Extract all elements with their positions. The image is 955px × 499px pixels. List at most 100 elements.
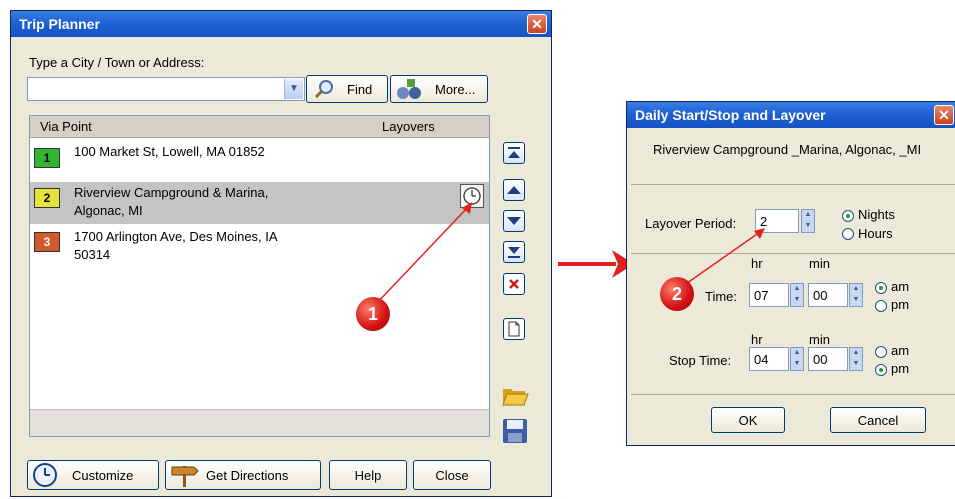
clock-icon: [33, 463, 57, 487]
address-label: Type a City / Town or Address:: [29, 55, 205, 70]
start-minute-stepper[interactable]: ▲ ▼: [849, 283, 863, 307]
nights-label: Nights: [858, 207, 895, 222]
hours-radio[interactable]: [842, 228, 854, 240]
start-minute-value: 00: [813, 288, 828, 303]
find-button[interactable]: Find: [306, 75, 388, 103]
start-hour-value: 07: [754, 288, 769, 303]
move-top-button[interactable]: [503, 142, 525, 164]
stop-minute-input[interactable]: 00: [808, 347, 848, 371]
stop-min-label: min: [809, 332, 830, 347]
more-button[interactable]: More...: [390, 75, 488, 103]
ok-label: OK: [738, 413, 758, 428]
start-hour-input[interactable]: 07: [749, 283, 789, 307]
close-button[interactable]: Close: [413, 460, 491, 490]
close-label: Close: [435, 468, 469, 483]
save-icon: [503, 419, 527, 443]
start-am-label: am: [891, 279, 910, 294]
get-directions-button[interactable]: Get Directions: [165, 460, 321, 490]
more-label: More...: [435, 82, 476, 97]
stop-hr-label: hr: [751, 332, 763, 347]
move-up-button[interactable]: [503, 179, 525, 201]
layover-clock-button[interactable]: [460, 184, 484, 208]
layover-period-stepper[interactable]: ▲ ▼: [801, 209, 815, 233]
chevron-down-icon[interactable]: ▼: [284, 79, 303, 99]
layover-period-label: Layover Period:: [645, 216, 737, 231]
stop-hour-value: 04: [754, 352, 769, 367]
save-button[interactable]: [501, 417, 529, 445]
delete-icon: [509, 279, 519, 289]
layover-dialog-titlebar[interactable]: Daily Start/Stop and Layover ✕: [627, 102, 955, 128]
open-button[interactable]: [501, 381, 529, 409]
customize-button[interactable]: Customize: [27, 460, 159, 490]
close-icon[interactable]: ✕: [934, 105, 954, 125]
arrow-right-icon: [558, 250, 634, 278]
move-top-icon: [508, 147, 520, 158]
layover-period-value: 2: [760, 214, 768, 229]
address-input[interactable]: [30, 80, 284, 100]
callout-badge-1: 1: [356, 297, 390, 331]
address-combobox[interactable]: ▼: [27, 77, 305, 101]
layover-period-input[interactable]: 2: [755, 209, 799, 233]
column-via-point[interactable]: Via Point: [40, 119, 92, 134]
stop-am-radio[interactable]: [875, 346, 887, 358]
start-am-radio[interactable]: [875, 282, 887, 294]
find-label: Find: [347, 82, 373, 97]
stop-hour-stepper[interactable]: ▲ ▼: [790, 347, 804, 371]
via-number-badge: 3: [34, 232, 60, 252]
via-point-address-line2: Algonac, MI: [74, 203, 143, 218]
search-options-icon: [397, 79, 421, 99]
via-point-address: Riverview Campground & Marina,: [74, 185, 269, 200]
stop-pm-label: pm: [891, 361, 910, 376]
new-document-icon: [508, 321, 520, 337]
clock-icon: [463, 187, 481, 205]
ok-button[interactable]: OK: [711, 407, 785, 433]
list-item[interactable]: 3 1700 Arlington Ave, Des Moines, IA 503…: [30, 226, 489, 266]
move-bottom-button[interactable]: [503, 241, 525, 263]
list-item[interactable]: 1 100 Market St, Lowell, MA 01852: [30, 140, 489, 180]
stop-time-label: Stop Time:: [669, 353, 732, 368]
trip-planner-title: Trip Planner: [19, 16, 100, 32]
new-button[interactable]: [503, 318, 525, 340]
stop-hour-input[interactable]: 04: [749, 347, 789, 371]
via-point-address-line2: 50314: [74, 247, 111, 262]
start-pm-label: pm: [891, 297, 910, 312]
via-point-address: 100 Market St, Lowell, MA 01852: [74, 144, 265, 159]
via-number-badge: 2: [34, 188, 60, 208]
list-footer-bar: [30, 409, 489, 436]
customize-label: Customize: [72, 468, 134, 483]
dialog-divider: [631, 394, 955, 395]
list-item-selected[interactable]: 2 Riverview Campground & Marina, Algonac…: [30, 182, 489, 224]
delete-button[interactable]: [503, 273, 525, 295]
start-time-label: Time:: [705, 289, 738, 304]
stop-minute-stepper[interactable]: ▲ ▼: [849, 347, 863, 371]
stop-am-label: am: [891, 343, 910, 358]
column-layovers[interactable]: Layovers: [382, 119, 435, 134]
move-up-icon: [507, 186, 521, 194]
get-directions-label: Get Directions: [206, 468, 289, 483]
stop-pm-radio[interactable]: [875, 364, 887, 376]
stop-minute-value: 00: [813, 352, 828, 367]
close-icon[interactable]: ✕: [527, 14, 547, 34]
layover-location: Riverview Campground _Marina, Algonac, _…: [653, 142, 922, 157]
cancel-label: Cancel: [857, 413, 899, 428]
callout-badge-2: 2: [660, 277, 694, 311]
via-point-list[interactable]: Via Point Layovers 1 100 Market St, Lowe…: [29, 115, 490, 437]
help-button[interactable]: Help: [329, 460, 407, 490]
hours-label: Hours: [858, 226, 893, 241]
move-down-icon: [507, 217, 521, 225]
start-hour-stepper[interactable]: ▲ ▼: [790, 283, 804, 307]
nights-radio[interactable]: [842, 210, 854, 222]
layover-dialog-title: Daily Start/Stop and Layover: [635, 107, 826, 123]
via-number-badge: 1: [34, 148, 60, 168]
start-min-label: min: [809, 256, 830, 271]
cancel-button[interactable]: Cancel: [830, 407, 926, 433]
trip-planner-window: Trip Planner ✕ Type a City / Town or Add…: [10, 10, 552, 497]
start-pm-radio[interactable]: [875, 300, 887, 312]
trip-planner-titlebar[interactable]: Trip Planner ✕: [11, 11, 551, 37]
start-minute-input[interactable]: 00: [808, 283, 848, 307]
open-folder-icon: [502, 389, 529, 406]
start-hr-label: hr: [751, 256, 763, 271]
move-down-button[interactable]: [503, 210, 525, 232]
magnifier-icon: [314, 80, 333, 99]
layover-dialog: Daily Start/Stop and Layover ✕ Riverview…: [626, 101, 955, 446]
